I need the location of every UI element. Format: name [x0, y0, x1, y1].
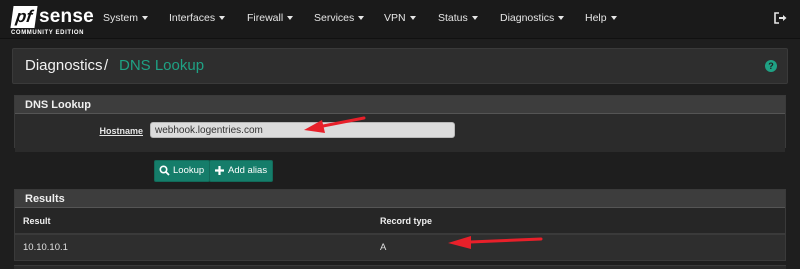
page-title[interactable]: DNS Lookup [119, 57, 204, 74]
nav-menu-vpn[interactable]: VPN [384, 12, 416, 24]
record-type-cell: A [372, 234, 785, 260]
add-alias-button-label: Add alias [228, 165, 268, 176]
search-icon [159, 165, 170, 176]
logo-wordmark: sense [39, 6, 94, 27]
panel-title: DNS Lookup [15, 96, 785, 114]
caret-down-icon [287, 16, 294, 21]
nav-menu-firewall[interactable]: Firewall [247, 12, 294, 24]
sign-out-icon[interactable] [774, 12, 788, 24]
lookup-button[interactable]: Lookup [154, 160, 211, 182]
nav-menu-interfaces[interactable]: Interfaces [169, 12, 226, 24]
results-panel: Results Result Record type 10.10.10.1 A [14, 189, 786, 261]
breadcrumb-separator: / [104, 57, 109, 74]
pfsense-logo[interactable]: pf sense COMMUNITY EDITION [10, 6, 94, 36]
logo-edition: COMMUNITY EDITION [11, 30, 85, 36]
column-header-record-type: Record type [372, 208, 785, 235]
result-cell: 10.10.10.1 [15, 234, 372, 260]
caret-down-icon [610, 16, 617, 21]
plus-icon [215, 165, 224, 175]
column-header-result: Result [15, 208, 372, 235]
add-alias-button[interactable]: Add alias [209, 160, 274, 182]
top-navbar: pf sense COMMUNITY EDITION System Interf… [0, 0, 800, 39]
caret-down-icon [358, 16, 365, 21]
caret-down-icon [471, 16, 478, 21]
nav-menu-help[interactable]: Help [585, 12, 617, 24]
table-header-row: Result Record type [15, 208, 785, 235]
nav-menu-services[interactable]: Services [314, 12, 365, 24]
nav-label: VPN [384, 12, 406, 24]
lookup-button-label: Lookup [173, 165, 205, 176]
caret-down-icon [409, 16, 416, 21]
table-row: 10.10.10.1 A [15, 234, 785, 260]
nav-menu-status[interactable]: Status [438, 12, 478, 24]
dns-lookup-panel: DNS Lookup Hostname [14, 95, 786, 152]
logo-pf-mark: pf [10, 6, 38, 28]
nav-menu-diagnostics[interactable]: Diagnostics [500, 12, 565, 24]
hostname-label: Hostname [99, 126, 143, 136]
hostname-input[interactable] [150, 122, 455, 138]
next-panel-edge [14, 265, 786, 269]
breadcrumb-parent[interactable]: Diagnostics [25, 57, 103, 74]
nav-label: Help [585, 12, 607, 24]
nav-label: System [103, 12, 139, 24]
nav-menu-system[interactable]: System [103, 12, 149, 24]
nav-label: Interfaces [169, 12, 216, 24]
caret-down-icon [558, 16, 565, 21]
nav-label: Services [314, 12, 355, 24]
nav-label: Diagnostics [500, 12, 555, 24]
panel-title: Results [15, 190, 785, 208]
nav-label: Status [438, 12, 468, 24]
breadcrumb: Diagnostics / DNS Lookup ? [12, 48, 788, 84]
results-table: Result Record type 10.10.10.1 A [15, 208, 785, 260]
question-circle-icon[interactable]: ? [765, 60, 777, 72]
nav-label: Firewall [247, 12, 284, 24]
hostname-row: Hostname [15, 114, 785, 152]
caret-down-icon [142, 16, 149, 21]
caret-down-icon [219, 16, 226, 21]
